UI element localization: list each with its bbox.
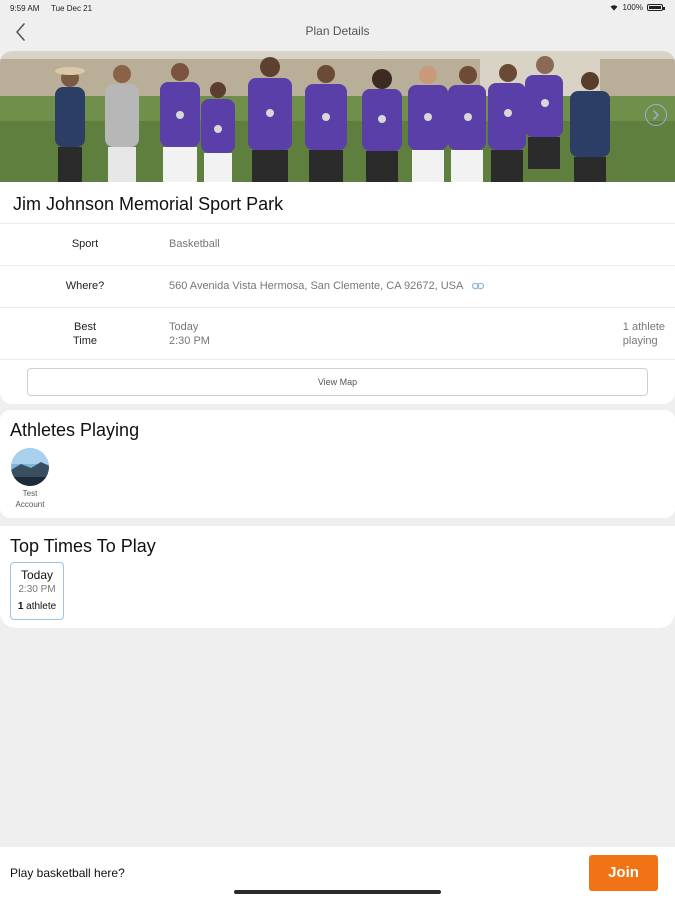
where-label: Where? [65, 280, 105, 292]
park-photo [0, 51, 675, 182]
next-arrow-icon [653, 110, 659, 120]
wifi-icon [610, 5, 618, 11]
athlete-name-line1: Test [22, 489, 38, 498]
status-bar: 9:59 AM Tue Dec 21 100% [0, 0, 675, 16]
avatar-image [11, 448, 49, 486]
best-time-time: 2:30 PM [169, 335, 210, 347]
link-icon[interactable] [471, 282, 484, 290]
next-photo-button[interactable] [645, 104, 667, 126]
sport-value: Basketball [169, 238, 220, 250]
divider [0, 223, 675, 224]
top-times-title: Top Times To Play [10, 536, 156, 556]
status-time: 9:59 AM [10, 4, 40, 13]
best-time-label-line1: Best [73, 321, 96, 333]
best-time-value: Today 2:30 PM [169, 320, 210, 348]
athletes-card: Athletes Playing Test Account [0, 410, 675, 518]
top-times-card: Top Times To Play Today 2:30 PM 1 athlet… [0, 526, 675, 628]
best-time-day: Today [169, 321, 199, 333]
athlete-name: Test Account [5, 488, 55, 510]
where-value[interactable]: 560 Avenida Vista Hermosa, San Clemente,… [169, 279, 484, 293]
team-photo-image [0, 51, 675, 182]
plan-card: Jim Johnson Memorial Sport Park Sport Ba… [0, 51, 675, 404]
join-button[interactable]: Join [589, 855, 658, 891]
nav-bar: Plan Details [0, 16, 675, 48]
avatar[interactable] [11, 448, 49, 486]
chip-day: Today [20, 568, 54, 582]
chip-count-label: athlete [23, 601, 57, 612]
battery-icon [647, 4, 665, 11]
chip-count: 1 athlete [11, 601, 63, 612]
page-title: Plan Details [305, 24, 370, 38]
view-map-button[interactable]: View Map [27, 368, 648, 396]
status-right: 100% [609, 3, 665, 12]
battery-percent: 100% [622, 3, 643, 12]
status-date: Tue Dec 21 [51, 4, 93, 13]
address-text[interactable]: 560 Avenida Vista Hermosa, San Clemente,… [169, 280, 463, 292]
best-time-count: 1 athlete playing [623, 320, 665, 348]
divider [0, 265, 675, 266]
best-time-count-line1: 1 athlete [622, 321, 665, 333]
divider [0, 359, 675, 360]
sport-label: Sport [71, 238, 99, 250]
athlete-name-line2: Account [15, 500, 45, 509]
divider [0, 307, 675, 308]
best-time-count-line2: playing [622, 335, 658, 347]
park-name: Jim Johnson Memorial Sport Park [13, 194, 284, 214]
chip-time: 2:30 PM [18, 584, 56, 595]
home-indicator[interactable] [234, 890, 441, 894]
time-chip[interactable]: Today 2:30 PM 1 athlete [10, 562, 64, 620]
best-time-label-line2: Time [72, 335, 98, 347]
athletes-title: Athletes Playing [10, 420, 140, 440]
join-prompt: Play basketball here? [10, 866, 125, 880]
best-time-label: Best Time [30, 320, 140, 348]
